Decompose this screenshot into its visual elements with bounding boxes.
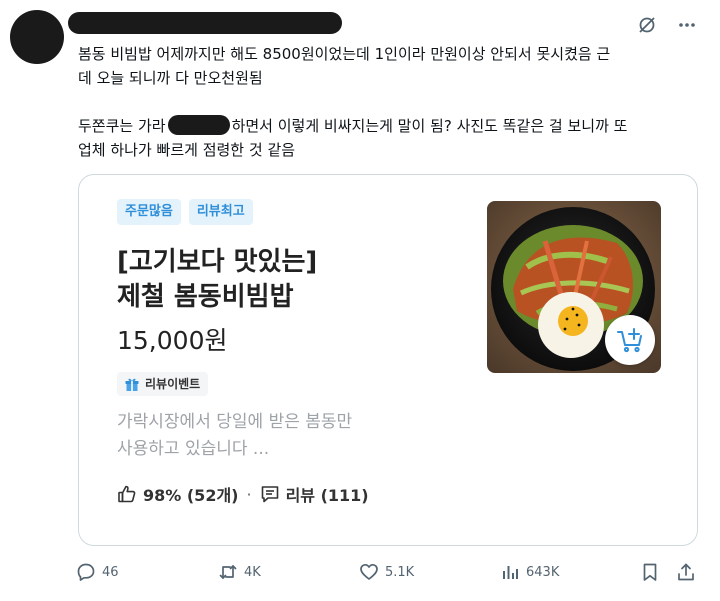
avatar[interactable] (10, 10, 64, 64)
share-icon (676, 562, 696, 582)
views-button[interactable]: 643K (500, 562, 559, 582)
review-event-label: 리뷰이벤트 (145, 377, 201, 391)
dish-title: [고기보다 맛있는] 제철 봄동비빔밥 (117, 245, 317, 315)
redacted-word (167, 115, 230, 135)
grok-icon[interactable] (636, 14, 658, 36)
more-icon[interactable] (676, 14, 698, 36)
share-button[interactable] (676, 562, 696, 582)
badge-best-review: 리뷰최고 (188, 199, 253, 225)
rating-stats: 98% (52개) · 리뷰 (111) (117, 482, 369, 506)
bookmark-button[interactable] (640, 562, 660, 582)
badge-row: 주문많음 리뷰최고 (117, 199, 253, 225)
thumbs-up-icon (117, 484, 137, 504)
review-event-tag: 리뷰이벤트 (117, 372, 209, 396)
dish-title-line-2: 제철 봄동비빔밥 (117, 282, 294, 312)
tweet-line-3-start: 두쫀쿠는 가라 (78, 117, 166, 135)
badge-many-orders: 주문많음 (117, 199, 181, 225)
views-count: 643K (526, 564, 560, 580)
tweet-line-2: 데 오늘 되니까 다 만오천원됨 (78, 69, 263, 87)
menu-card-image[interactable]: 주문많음 리뷰최고 [고기보다 맛있는] 제철 봄동비빔밥 15,000원 리뷰… (78, 174, 698, 546)
like-count: 5.1K (385, 564, 415, 580)
tweet-top-actions (636, 14, 698, 36)
review-icon (260, 484, 280, 504)
tweet-action-bar: 46 4K 5.1K 643K (76, 562, 706, 586)
like-icon (359, 562, 379, 582)
reply-count: 46 (102, 564, 119, 580)
dish-price: 15,000원 (117, 326, 228, 355)
tweet-line-4: 업체 하나가 빠르게 점령한 것 같음 (78, 141, 296, 159)
cart-add-icon (617, 328, 642, 353)
desc-line-1: 가락시장에서 당일에 받은 봄동만 (117, 412, 353, 432)
repost-count: 4K (244, 564, 261, 580)
repost-icon (218, 562, 238, 582)
tweet-text: 봄동 비빔밥 어제까지만 해도 8500원이었는데 1인이라 만원이상 안되서 … (78, 42, 708, 162)
like-stat: 98% (52개) (143, 486, 239, 505)
desc-line-2: 사용하고 있습니다 ... (117, 439, 270, 459)
bookmark-icon (640, 562, 660, 582)
reply-button[interactable]: 46 (76, 562, 119, 582)
add-to-cart-button[interactable] (605, 315, 655, 365)
tweet-line-1: 봄동 비빔밥 어제까지만 해도 8500원이었는데 1인이라 만원이상 안되서 … (78, 45, 611, 63)
like-button[interactable]: 5.1K (359, 562, 414, 582)
views-icon (500, 562, 520, 582)
dish-description: 가락시장에서 당일에 받은 봄동만 사용하고 있습니다 ... (117, 409, 352, 463)
dish-title-line-1: [고기보다 맛있는] (117, 247, 318, 277)
review-count: 리뷰 (111) (285, 486, 369, 505)
repost-button[interactable]: 4K (218, 562, 261, 582)
gift-icon (124, 376, 140, 392)
redacted-username[interactable] (68, 12, 342, 34)
reply-icon (76, 562, 96, 582)
stat-separator: · (246, 484, 252, 504)
tweet-line-3: 두쫀쿠는 가라 하면서 이렇게 비싸지는게 말이 됨? 사진도 똑같은 걸 보니까… (78, 114, 708, 138)
tweet-line-3-end: 하면서 이렇게 비싸지는게 말이 됨? 사진도 똑같은 걸 보니까 또 (231, 117, 628, 135)
